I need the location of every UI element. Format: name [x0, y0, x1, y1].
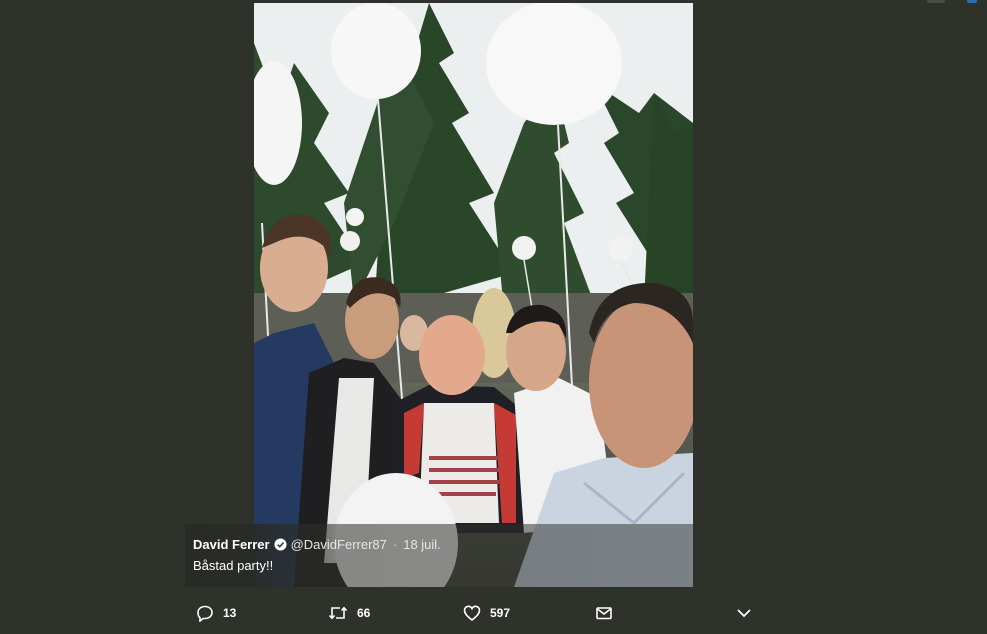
reply-button[interactable]: 13: [196, 604, 236, 622]
author-handle[interactable]: @DavidFerrer87: [291, 537, 387, 552]
photo-scene: [254, 3, 693, 587]
tweet-header: David Ferrer @DavidFerrer87 · 18 juil.: [193, 537, 441, 552]
retweet-icon: [328, 606, 348, 620]
chevron-down-icon: [737, 609, 751, 618]
envelope-icon: [596, 607, 612, 620]
like-count: 597: [490, 606, 511, 620]
tweet-date[interactable]: 18 juil.: [403, 537, 441, 552]
tweet-text: Båstad party!!: [193, 558, 274, 573]
direct-message-button[interactable]: [595, 604, 613, 622]
author-name[interactable]: David Ferrer: [193, 537, 270, 552]
retweet-button[interactable]: 66: [328, 604, 370, 622]
verified-badge-icon: [274, 538, 287, 551]
reply-icon: [197, 605, 213, 622]
top-tab-indicator: [927, 0, 945, 3]
media-viewer: David Ferrer @DavidFerrer87 · 18 juil. B…: [0, 0, 987, 634]
tweet-photo[interactable]: [254, 3, 693, 587]
more-options-button[interactable]: [736, 604, 752, 622]
top-accent-indicator: [967, 0, 977, 3]
reply-count: 13: [223, 606, 237, 620]
retweet-count: 66: [357, 606, 371, 620]
tweet-action-bar: 13 66 597: [0, 594, 987, 634]
header-separator: ·: [392, 537, 398, 552]
heart-icon: [463, 605, 481, 622]
like-button[interactable]: 597: [463, 604, 510, 622]
top-corner-controls: [907, 0, 987, 6]
tweet-caption-overlay: David Ferrer @DavidFerrer87 · 18 juil. B…: [185, 524, 693, 587]
